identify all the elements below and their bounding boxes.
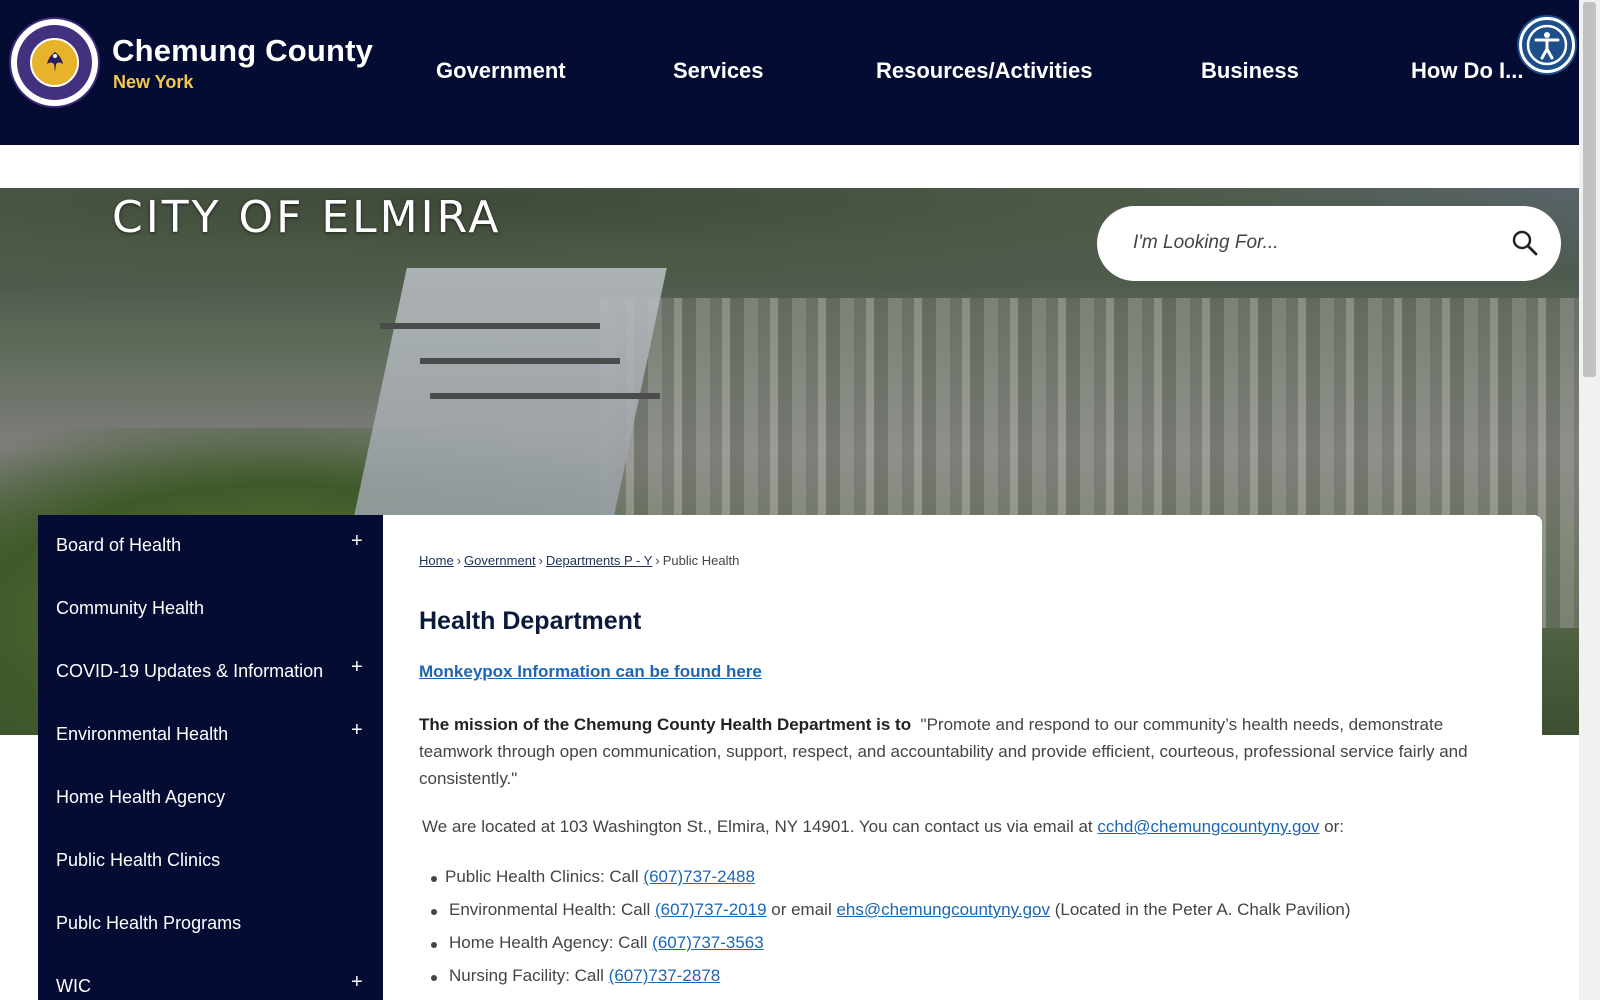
email-link[interactable]: cchd@chemungcountyny.gov: [1097, 817, 1319, 836]
phone-link[interactable]: (607)737-2488: [643, 867, 755, 886]
accessibility-icon: [1526, 24, 1568, 66]
monkeypox-link[interactable]: Monkeypox Information can be found here: [419, 662, 762, 682]
sidebar-item-label: Public Health Clinics: [56, 850, 221, 870]
nav-government[interactable]: Government: [436, 58, 566, 84]
site-subtitle: New York: [113, 72, 194, 92]
expand-icon[interactable]: +: [351, 719, 363, 742]
phone-link[interactable]: (607)737-3563: [652, 933, 764, 952]
nav-how-do-i[interactable]: How Do I...: [1411, 58, 1523, 84]
sidebar-item-home-health-agency[interactable]: Home Health Agency: [38, 767, 383, 830]
breadcrumb-home[interactable]: Home: [419, 553, 454, 568]
sidebar-item-label: WIC: [56, 976, 91, 996]
sidebar-item-environmental-health[interactable]: Environmental Health +: [38, 704, 383, 767]
expand-icon[interactable]: +: [351, 530, 363, 553]
search-input[interactable]: [1133, 226, 1493, 260]
sidebar-item-label: Community Health: [56, 598, 205, 618]
sidebar-item-label: Board of Health: [56, 535, 182, 555]
scrollbar-thumb[interactable]: [1583, 2, 1596, 377]
eagle-icon: [47, 52, 63, 72]
sidebar-item-public-health-programs[interactable]: Publc Health Programs: [38, 893, 383, 956]
main-content: Home › Government › Departments P - Y › Public…: [383, 515, 1542, 1000]
page-title: Health Department: [419, 607, 642, 635]
site-header: Chemung County New York Government Servi…: [0, 0, 1579, 145]
accessibility-button[interactable]: [1519, 17, 1575, 73]
location-text: We are located at 103 Washington St., El…: [422, 817, 1344, 836]
sidebar-item-board-of-health[interactable]: Board of Health +: [38, 515, 383, 578]
page-scrollbar[interactable]: [1579, 0, 1600, 1000]
hero-title: CITY OF ELMIRA: [112, 192, 502, 243]
sidebar-nav: Board of Health + Community Health COVID…: [38, 515, 383, 1000]
search-icon[interactable]: [1510, 228, 1540, 258]
nav-business[interactable]: Business: [1201, 58, 1299, 84]
nav-services[interactable]: Services: [673, 58, 764, 84]
sidebar-item-covid-19[interactable]: COVID-19 Updates & Information +: [38, 641, 383, 704]
sidebar-item-community-health[interactable]: Community Health: [38, 578, 383, 641]
breadcrumb-current: Public Health: [662, 553, 740, 568]
sidebar-item-label: Publc Health Programs: [56, 913, 242, 933]
sidebar-item-public-health-clinics[interactable]: Public Health Clinics: [38, 830, 383, 893]
sidebar-item-wic[interactable]: WIC +: [38, 956, 383, 1000]
expand-icon[interactable]: +: [351, 656, 363, 679]
breadcrumb: Home › Government › Departments P - Y › Public…: [419, 553, 740, 568]
expand-icon[interactable]: +: [351, 971, 363, 994]
mission-bold: The mission of the Chemung County Health…: [419, 715, 912, 734]
sidebar-item-label: COVID-19 Updates & Information: [56, 661, 324, 681]
phone-link[interactable]: (607)737-2019: [655, 900, 767, 919]
nav-resources-activities[interactable]: Resources/Activities: [876, 58, 1092, 84]
sidebar-item-label: Home Health Agency: [56, 787, 226, 807]
mission-statement: The mission of the Chemung County Health…: [419, 711, 1499, 792]
email-link[interactable]: ehs@chemungcountyny.gov: [836, 900, 1050, 919]
county-seal-logo[interactable]: [9, 17, 100, 108]
sidebar-item-label: Environmental Health: [56, 724, 229, 744]
breadcrumb-government[interactable]: Government: [464, 553, 536, 568]
site-title[interactable]: Chemung County: [112, 33, 373, 69]
search-box[interactable]: [1097, 206, 1561, 281]
breadcrumb-departments[interactable]: Departments P - Y: [546, 553, 652, 568]
phone-link[interactable]: (607)737-2878: [609, 966, 721, 985]
